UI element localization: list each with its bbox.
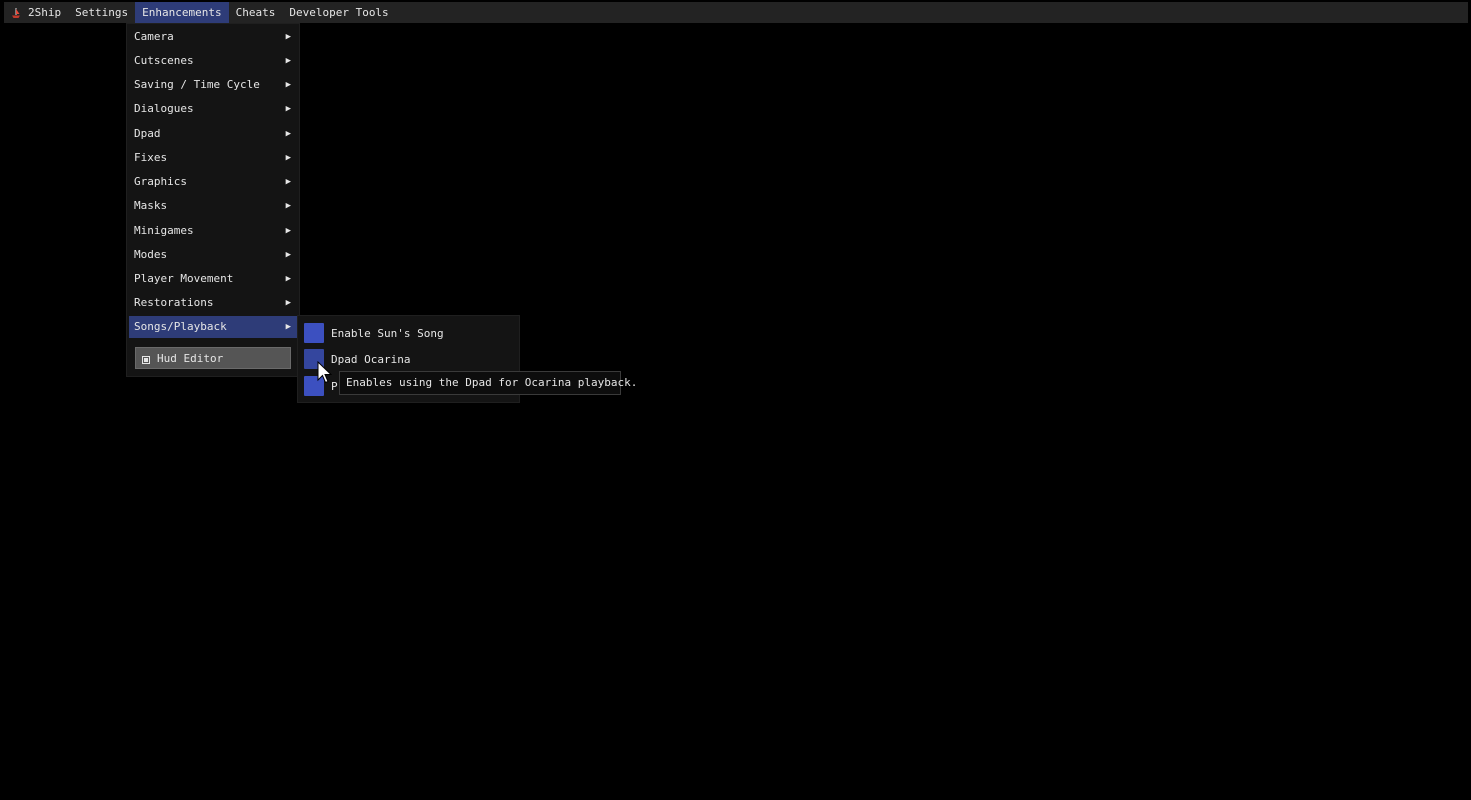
menu-item-fixes[interactable]: Fixes ▶ [129,147,297,169]
mouse-pointer-icon [317,360,333,385]
menu-item-label: Camera [134,30,174,43]
menubar-enhancements[interactable]: Enhancements [135,2,229,23]
menubar-app-2ship[interactable]: 2Ship [4,2,68,23]
submenu-arrow-icon: ▶ [285,226,291,236]
submenu-arrow-icon: ▶ [285,201,291,211]
hud-editor-button[interactable]: Hud Editor [135,347,291,369]
submenu-arrow-icon: ▶ [285,104,291,114]
submenu-arrow-icon: ▶ [285,250,291,260]
submenu-arrow-icon: ▶ [285,322,291,332]
tooltip-dpad-ocarina: Enables using the Dpad for Ocarina playb… [339,371,637,395]
menu-item-label: Restorations [134,296,214,309]
submenu-arrow-icon: ▶ [285,298,291,308]
menu-item-label: Player Movement [134,272,234,285]
menubar-app-label: 2Ship [28,6,62,19]
menu-item-camera[interactable]: Camera ▶ [129,26,297,48]
menubar-settings[interactable]: Settings [68,2,135,23]
ship-icon [10,7,22,19]
menubar-developer-tools[interactable]: Developer Tools [282,2,395,23]
menu-item-label: Songs/Playback [134,320,227,333]
menu-item-graphics[interactable]: Graphics ▶ [129,171,297,193]
submenu-arrow-icon: ▶ [285,177,291,187]
enhancements-dropdown: Camera ▶ Cutscenes ▶ Saving / Time Cycle… [126,23,300,377]
menu-item-saving-time-cycle[interactable]: Saving / Time Cycle ▶ [129,74,297,96]
submenu-arrow-icon: ▶ [285,274,291,284]
submenu-arrow-icon: ▶ [285,153,291,163]
menu-item-label: Masks [134,199,168,212]
menu-item-player-movement[interactable]: Player Movement ▶ [129,268,297,290]
menu-item-modes[interactable]: Modes ▶ [129,244,297,266]
menu-item-label: Modes [134,248,168,261]
menu-item-label: Saving / Time Cycle [134,78,260,91]
menu-item-label: Graphics [134,175,187,188]
hud-editor-icon [142,354,150,364]
menu-item-songs-playback[interactable]: Songs/Playback ▶ [129,316,297,338]
submenu-arrow-icon: ▶ [285,80,291,90]
menu-item-label: Dpad [134,127,161,140]
submenu-arrow-icon: ▶ [285,129,291,139]
menubar-cheats[interactable]: Cheats [229,2,283,23]
menu-item-masks[interactable]: Masks ▶ [129,195,297,217]
option-label: Dpad Ocarina [331,352,411,366]
submenu-arrow-icon: ▶ [285,32,291,42]
menu-item-label: Minigames [134,224,194,237]
menu-item-label: Cutscenes [134,54,194,67]
menu-item-dpad[interactable]: Dpad ▶ [129,123,297,145]
menu-bar: 2Ship Settings Enhancements Cheats Devel… [4,2,1468,23]
menu-item-minigames[interactable]: Minigames ▶ [129,220,297,242]
checkbox-enable-suns-song[interactable] [304,323,324,343]
menu-item-label: Fixes [134,151,168,164]
submenu-arrow-icon: ▶ [285,56,291,66]
option-enable-suns-song[interactable]: Enable Sun's Song [304,322,444,344]
option-label: Enable Sun's Song [331,326,444,340]
menu-item-cutscenes[interactable]: Cutscenes ▶ [129,50,297,72]
menu-item-dialogues[interactable]: Dialogues ▶ [129,98,297,120]
menu-item-restorations[interactable]: Restorations ▶ [129,292,297,314]
menu-item-label: Dialogues [134,102,194,115]
hud-editor-label: Hud Editor [157,351,224,365]
